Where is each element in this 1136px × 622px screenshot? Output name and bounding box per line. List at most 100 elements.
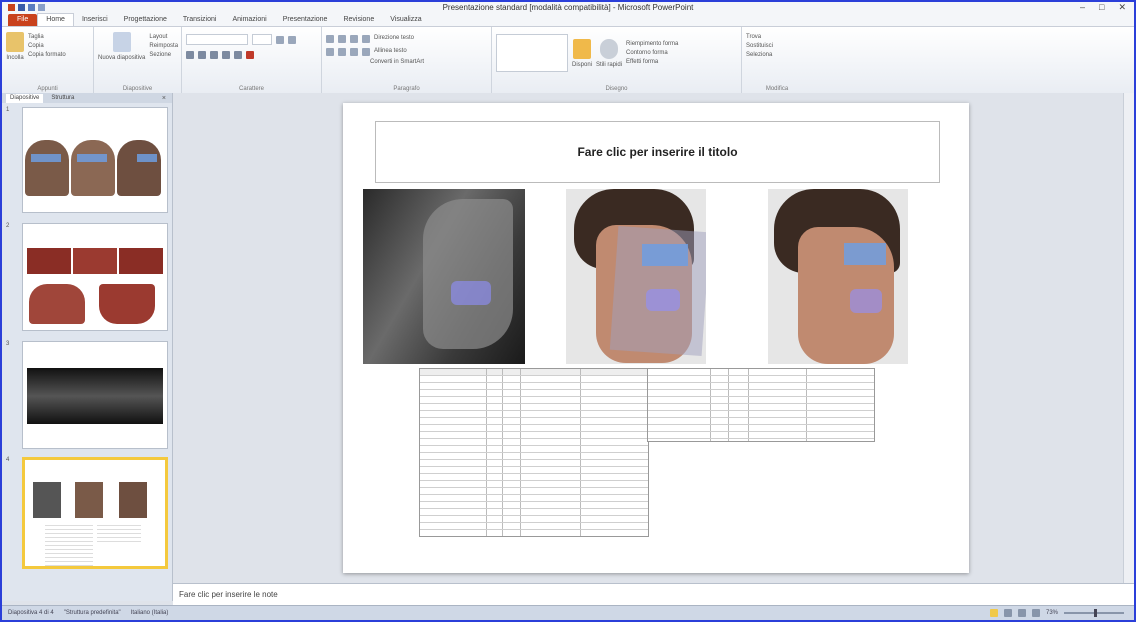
tab-transitions[interactable]: Transizioni	[175, 14, 225, 26]
ribbon: Incolla Taglia Copia Copia formato Appun…	[2, 26, 1134, 94]
arrange-button[interactable]: Disponi	[572, 61, 592, 70]
slide-thumbnail-3[interactable]: 3	[6, 341, 170, 453]
zoom-level[interactable]: 73%	[1046, 610, 1058, 616]
decrease-indent-icon[interactable]	[350, 34, 358, 43]
replace-button[interactable]: Sostituisci	[746, 42, 808, 51]
slide-thumbnail-2[interactable]: 2	[6, 223, 170, 335]
tab-outline[interactable]: Struttura	[47, 94, 78, 103]
bold-icon[interactable]	[186, 51, 194, 59]
bullets-icon[interactable]	[326, 34, 334, 43]
thumbnail-face-photo	[71, 140, 115, 196]
maximize-button[interactable]: □	[1099, 2, 1104, 13]
minimize-button[interactable]: –	[1080, 2, 1085, 13]
slide-sorter-icon[interactable]	[1003, 609, 1012, 617]
slide-number: 3	[6, 341, 10, 347]
tab-slideshow[interactable]: Presentazione	[275, 14, 336, 26]
vertical-scrollbar[interactable]	[1123, 93, 1134, 583]
copy-button[interactable]: Copia	[28, 42, 66, 51]
thumbnail-face-photo	[119, 482, 147, 518]
slide-thumbnail-1[interactable]: 1	[6, 107, 170, 217]
shapes-gallery[interactable]	[496, 34, 568, 72]
notes-placeholder[interactable]: Fare clic per inserire le note	[179, 590, 278, 599]
find-button[interactable]: Trova	[746, 33, 808, 42]
section-button[interactable]: Sezione	[149, 51, 178, 60]
grow-font-icon[interactable]	[276, 35, 284, 44]
teeth-highlight	[850, 289, 882, 313]
format-painter-button[interactable]: Copia formato	[28, 51, 66, 60]
tab-home[interactable]: Home	[37, 13, 74, 26]
align-text-button[interactable]: Allinea testo	[374, 47, 407, 56]
slideshow-view-icon[interactable]	[1031, 609, 1040, 617]
tab-insert[interactable]: Inserisci	[74, 14, 116, 26]
text-direction-button[interactable]: Direzione testo	[374, 34, 414, 43]
shape-fill-button[interactable]: Riempimento forma	[626, 40, 678, 49]
group-label-slides: Diapositive	[122, 86, 153, 92]
shadow-icon[interactable]	[234, 51, 242, 59]
font-name-box[interactable]	[186, 34, 248, 45]
numbering-icon[interactable]	[338, 34, 346, 43]
layout-button[interactable]: Layout	[149, 33, 178, 42]
cephalometric-table-right[interactable]	[647, 368, 875, 442]
paste-icon[interactable]	[6, 32, 24, 52]
thumbnail-face-photo	[25, 140, 69, 196]
paste-button[interactable]: Incolla	[6, 54, 24, 63]
current-slide[interactable]: Fare clic per inserire il titolo	[343, 103, 969, 573]
increase-indent-icon[interactable]	[362, 34, 370, 43]
title-bar: Presentazione standard [modalità compati…	[2, 2, 1134, 13]
shrink-font-icon[interactable]	[288, 35, 296, 44]
tab-animations[interactable]: Animazioni	[224, 14, 274, 26]
group-slides: Nuova diapositiva Layout Reimposta Sezio…	[94, 27, 182, 93]
slide-number: 4	[6, 457, 10, 463]
thumbnail-teeth-photo	[29, 284, 85, 324]
window-title: Presentazione standard [modalità compati…	[442, 3, 694, 12]
zoom-slider[interactable]	[1064, 609, 1124, 617]
cut-button[interactable]: Taglia	[28, 33, 66, 42]
language-status[interactable]: Italiano (Italia)	[131, 610, 169, 616]
cephalometric-table-left[interactable]	[419, 368, 649, 537]
tab-view[interactable]: Visualizza	[382, 14, 429, 26]
new-slide-icon[interactable]	[112, 32, 131, 52]
underline-icon[interactable]	[210, 51, 218, 59]
shape-outline-button[interactable]: Contorno forma	[626, 49, 678, 58]
font-color-icon[interactable]	[246, 51, 254, 59]
group-font: Carattere	[182, 27, 322, 93]
quick-styles-button[interactable]: Stili rapidi	[596, 61, 622, 70]
align-left-icon[interactable]	[326, 47, 334, 56]
cephalometric-xray-image[interactable]	[363, 189, 525, 364]
close-pane-icon[interactable]: ×	[162, 95, 166, 102]
shape-effects-button[interactable]: Effetti forma	[626, 58, 678, 67]
slide-editor: Fare clic per inserire il titolo	[173, 93, 1124, 583]
align-right-icon[interactable]	[350, 47, 358, 56]
font-size-box[interactable]	[252, 34, 272, 45]
title-placeholder[interactable]: Fare clic per inserire il titolo	[375, 121, 940, 183]
profile-photo[interactable]	[768, 189, 908, 364]
close-button[interactable]: ✕	[1118, 2, 1126, 13]
thumbnail-xray-photo	[27, 368, 163, 424]
censor-bar	[31, 154, 61, 162]
reading-view-icon[interactable]	[1017, 609, 1026, 617]
arrange-icon[interactable]	[573, 38, 591, 59]
slide-thumbnail-4[interactable]: 4	[6, 457, 170, 571]
profile-photo-overlay[interactable]	[566, 189, 706, 364]
reset-button[interactable]: Reimposta	[149, 42, 178, 51]
group-editing: Trova Sostituisci Seleziona Modifica	[742, 27, 812, 93]
convert-smartart-button[interactable]: Converti in SmartArt	[370, 58, 424, 67]
align-center-icon[interactable]	[338, 47, 346, 56]
new-slide-button[interactable]: Nuova diapositiva	[98, 54, 145, 63]
group-paragraph: Direzione testo Allinea testo Converti i…	[322, 27, 492, 93]
group-label-paragraph: Paragrafo	[393, 86, 420, 92]
normal-view-icon[interactable]	[989, 609, 998, 617]
tab-design[interactable]: Progettazione	[116, 14, 175, 26]
justify-icon[interactable]	[362, 47, 370, 56]
tab-file[interactable]: File	[8, 14, 38, 26]
select-button[interactable]: Seleziona	[746, 51, 808, 60]
italic-icon[interactable]	[198, 51, 206, 59]
tab-review[interactable]: Revisione	[335, 14, 382, 26]
quick-styles-icon[interactable]	[600, 38, 619, 59]
slide-number: 1	[6, 107, 10, 113]
strikethrough-icon[interactable]	[222, 51, 230, 59]
skull-shape	[423, 199, 513, 349]
thumbnail-face-photo	[117, 140, 161, 196]
tab-slides[interactable]: Diapositive	[6, 93, 44, 103]
group-label-drawing: Disegno	[605, 86, 628, 92]
